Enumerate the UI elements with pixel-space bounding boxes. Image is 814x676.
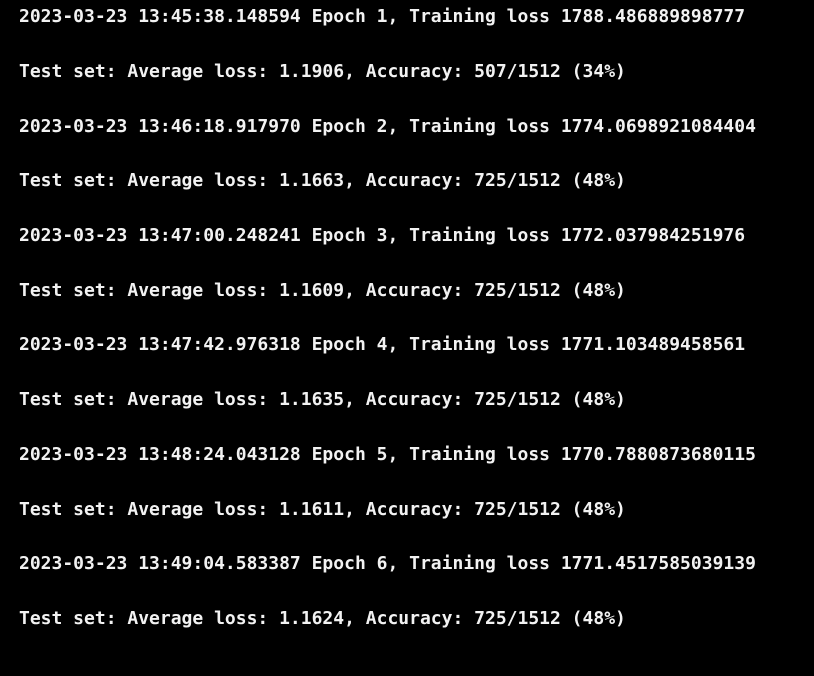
test-result-line-epoch-1: Test set: Average loss: 1.1906, Accuracy… [19, 61, 626, 82]
test-result-line-epoch-6: Test set: Average loss: 1.1624, Accuracy… [19, 608, 626, 629]
terminal-output: 2023-03-23 13:45:38.148594 Epoch 1, Trai… [0, 0, 814, 676]
test-result-line-epoch-4: Test set: Average loss: 1.1635, Accuracy… [19, 389, 626, 410]
training-log-line-epoch-2: 2023-03-23 13:46:18.917970 Epoch 2, Trai… [19, 116, 756, 137]
training-log-line-epoch-1: 2023-03-23 13:45:38.148594 Epoch 1, Trai… [19, 6, 746, 27]
test-result-line-epoch-3: Test set: Average loss: 1.1609, Accuracy… [19, 280, 626, 301]
training-log-line-epoch-3: 2023-03-23 13:47:00.248241 Epoch 3, Trai… [19, 225, 746, 246]
training-log-line-epoch-5: 2023-03-23 13:48:24.043128 Epoch 5, Trai… [19, 444, 756, 465]
training-log-line-epoch-6: 2023-03-23 13:49:04.583387 Epoch 6, Trai… [19, 553, 756, 574]
training-log-line-epoch-4: 2023-03-23 13:47:42.976318 Epoch 4, Trai… [19, 334, 746, 355]
test-result-line-epoch-5: Test set: Average loss: 1.1611, Accuracy… [19, 499, 626, 520]
test-result-line-epoch-2: Test set: Average loss: 1.1663, Accuracy… [19, 170, 626, 191]
